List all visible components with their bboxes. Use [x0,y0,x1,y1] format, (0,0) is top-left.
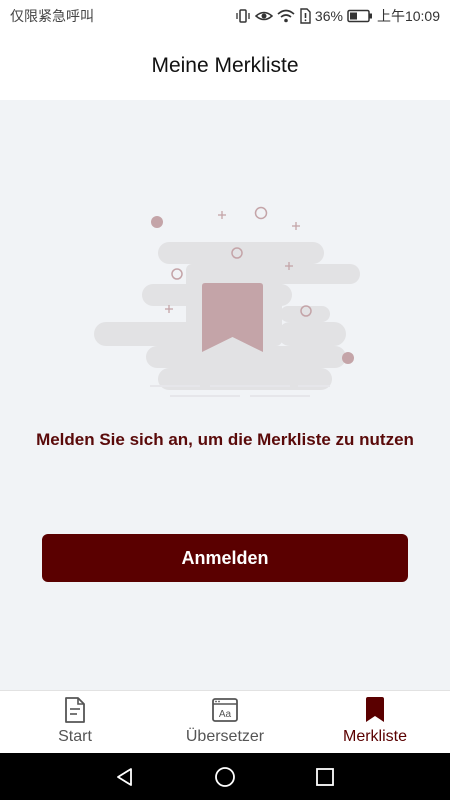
battery-percent: 36% [314,8,343,24]
eye-icon [254,8,273,24]
bookmark-icon [364,696,386,724]
login-button[interactable]: Anmelden [42,534,408,582]
recents-icon[interactable] [305,757,345,797]
wifi-icon [277,8,295,24]
tab-start[interactable]: Start [0,691,150,753]
sim-alert-icon [299,8,311,24]
tab-bookmarks[interactable]: Merkliste [300,691,450,753]
system-nav-bar [0,753,450,800]
tab-translator[interactable]: Aa Übersetzer [150,691,300,753]
document-icon [63,696,87,724]
back-icon[interactable] [105,757,145,797]
tab-label: Start [58,728,92,745]
status-bar: 仅限紧急呼叫 36% 上午10:09 [0,0,450,32]
main-content: Melden Sie sich an, um die Merkliste zu … [0,100,450,690]
empty-bookmark-illustration [94,206,360,397]
tab-label: Merkliste [342,728,407,745]
status-icons: 36% 上午10:09 [235,6,440,26]
clock: 上午10:09 [376,8,440,24]
carrier-text: 仅限紧急呼叫 [10,8,94,24]
translator-icon: Aa [211,696,239,724]
vibrate-icon [235,8,251,24]
svg-text:Aa: Aa [219,709,232,720]
page-title: Meine Merkliste [151,54,299,77]
home-icon[interactable] [205,757,245,797]
tab-label: Übersetzer [185,728,265,745]
login-prompt-message: Melden Sie sich an, um die Merkliste zu … [36,430,414,449]
battery-icon [347,9,373,23]
bottom-tab-bar: Start Aa Übersetzer Merkliste [0,690,450,753]
app-header: Meine Merkliste [0,32,450,100]
